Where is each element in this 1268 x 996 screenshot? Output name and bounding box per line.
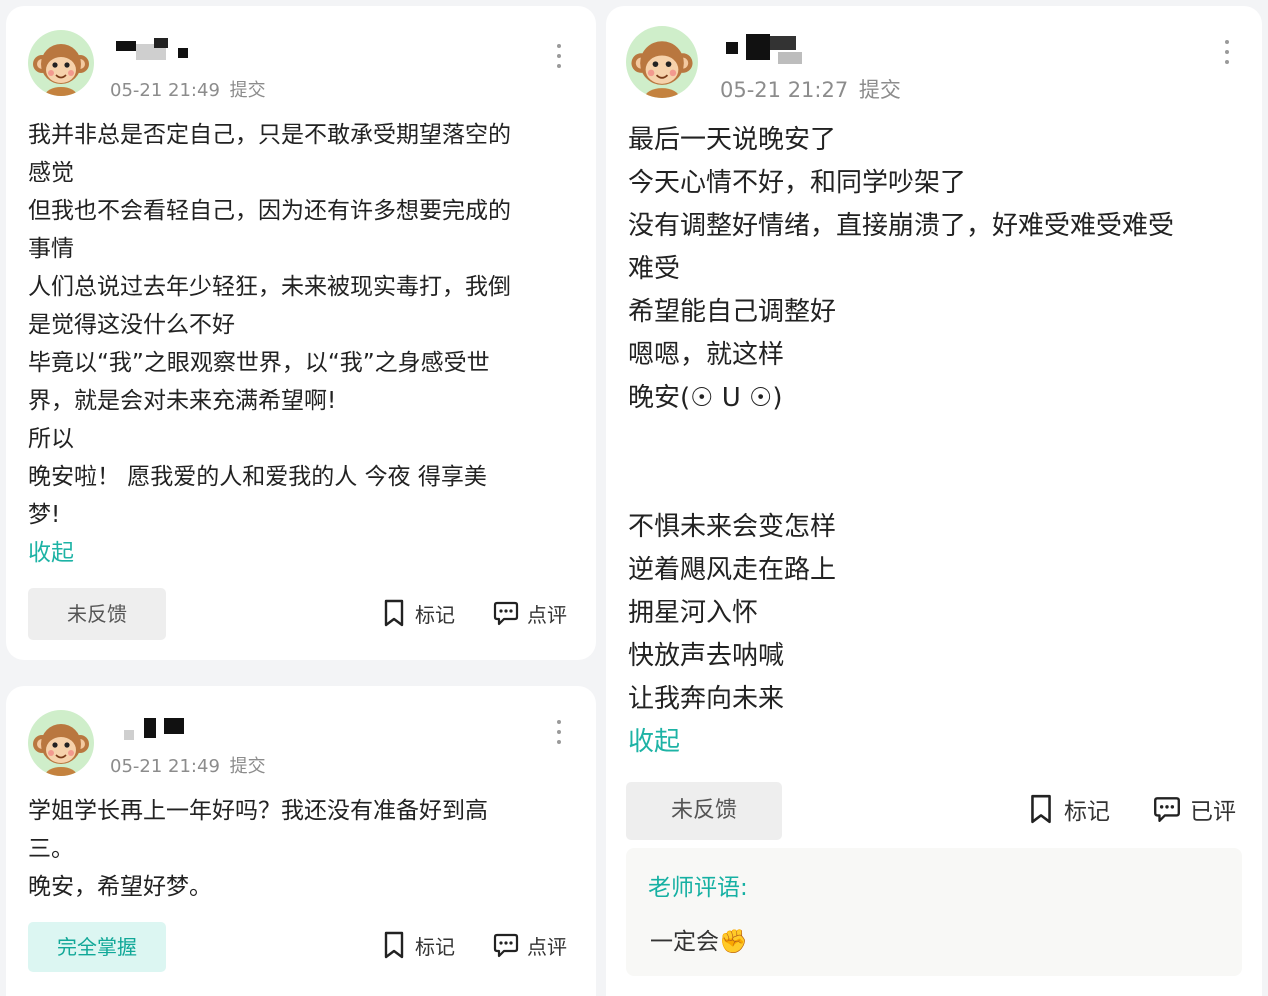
content-line: 我并非总是否定自己，只是不敢承受期望落空的: [28, 122, 511, 148]
feedback-status-button[interactable]: 未反馈: [28, 588, 166, 640]
post-content: 学姐学长再上一年好吗？我还没有准备好到高 三。 晚安，希望好梦。: [28, 792, 488, 906]
comment-label: 已评: [1190, 799, 1236, 825]
mark-label: 标记: [415, 934, 455, 959]
post-status: 提交: [229, 756, 266, 777]
content-line: 晚安啦！ 愿我爱的人和爱我的人 今夜 得享美: [28, 464, 487, 490]
post-card: 05-21 21:27 提交 最后一天说晚安了 今天心情不好，和同学吵架了 没有…: [606, 6, 1262, 996]
content-line: 拥星河入怀: [628, 598, 759, 628]
bookmark-icon: [384, 599, 404, 627]
comment-button[interactable]: 已评: [1152, 790, 1236, 828]
raised-fist-emoji: ✊: [719, 929, 748, 955]
post-status: 提交: [229, 80, 266, 101]
post-content: 最后一天说晚安了 今天心情不好，和同学吵架了 没有调整好情绪，直接崩溃了，好难受…: [628, 119, 1174, 764]
content-line: 希望能自己调整好: [628, 297, 837, 327]
content-line: 是觉得这没什么不好: [28, 312, 235, 338]
mark-button[interactable]: 标记: [382, 596, 455, 630]
content-line: 今天心情不好，和同学吵架了: [628, 168, 967, 198]
content-line: [628, 420, 1174, 463]
teacher-comment-label: 老师评语:: [648, 875, 748, 901]
collapse-link[interactable]: 收起: [628, 721, 1174, 764]
content-line: 界，就是会对未来充满希望啊!: [28, 388, 337, 414]
more-options-icon[interactable]: [556, 720, 562, 750]
content-line: 晚安，希望好梦。: [28, 874, 212, 900]
content-line: 所以: [28, 426, 74, 452]
username-redacted: [116, 36, 196, 60]
content-line: 快放声去呐喊: [628, 641, 785, 671]
content-line: 让我奔向未来: [628, 684, 785, 714]
monkey-avatar[interactable]: [28, 710, 94, 776]
username-redacted: [726, 34, 816, 64]
more-options-icon[interactable]: [556, 44, 562, 74]
content-line: 事情: [28, 236, 74, 262]
post-meta: 05-21 21:27 提交: [720, 74, 901, 104]
mark-label: 标记: [415, 602, 455, 627]
content-line: 学姐学长再上一年好吗？我还没有准备好到高: [28, 798, 488, 824]
post-timestamp: 05-21 21:27: [720, 78, 849, 102]
comment-icon: [493, 933, 519, 958]
username-redacted: [120, 718, 200, 740]
comment-button[interactable]: 点评: [492, 596, 567, 630]
bookmark-icon: [384, 931, 404, 959]
post-card: 05-21 21:49 提交 我并非总是否定自己，只是不敢承受期望落空的 感觉 …: [6, 6, 596, 660]
mark-button[interactable]: 标记: [1028, 790, 1110, 828]
content-line: 晚安(☉ U ☉): [628, 383, 783, 413]
comment-icon: [493, 601, 519, 626]
content-line: 难受: [628, 254, 681, 284]
teacher-comment-box: 老师评语: 一定会✊: [626, 848, 1242, 976]
more-options-icon[interactable]: [1224, 40, 1230, 70]
post-content: 我并非总是否定自己，只是不敢承受期望落空的 感觉 但我也不会看轻自己，因为还有许…: [28, 116, 511, 572]
content-line: 但我也不会看轻自己，因为还有许多想要完成的: [28, 198, 511, 224]
post-status: 提交: [858, 78, 901, 102]
comment-label: 点评: [527, 602, 567, 627]
bookmark-icon: [1031, 794, 1051, 824]
post-card: 05-21 21:49 提交 学姐学长再上一年好吗？我还没有准备好到高 三。 晚…: [6, 686, 596, 996]
content-line: 不惧未来会变怎样: [628, 512, 837, 542]
mark-button[interactable]: 标记: [382, 928, 455, 962]
comment-label: 点评: [527, 934, 567, 959]
content-line: 感觉: [28, 160, 74, 186]
post-timestamp: 05-21 21:49: [110, 756, 220, 777]
monkey-avatar[interactable]: [626, 26, 698, 98]
post-meta: 05-21 21:49 提交: [110, 752, 266, 778]
content-line: 三。: [28, 836, 74, 862]
mark-label: 标记: [1064, 799, 1110, 825]
content-line: 逆着飓风走在路上: [628, 555, 837, 585]
content-line: 没有调整好情绪，直接崩溃了，好难受难受难受: [628, 211, 1175, 241]
comment-button[interactable]: 点评: [492, 928, 567, 962]
content-line: 梦!: [28, 502, 61, 528]
feedback-status-button[interactable]: 完全掌握: [28, 922, 166, 972]
content-line: [628, 463, 1174, 506]
content-line: 毕竟以“我”之眼观察世界，以“我”之身感受世: [28, 350, 490, 376]
post-meta: 05-21 21:49 提交: [110, 76, 266, 102]
monkey-avatar[interactable]: [28, 30, 94, 96]
teacher-comment-body: 一定会: [650, 929, 719, 955]
collapse-link[interactable]: 收起: [28, 534, 511, 572]
content-line: 最后一天说晚安了: [628, 125, 837, 155]
feedback-status-button[interactable]: 未反馈: [626, 782, 782, 840]
post-timestamp: 05-21 21:49: [110, 80, 220, 101]
content-line: 人们总说过去年少轻狂，未来被现实毒打，我倒: [28, 274, 511, 300]
teacher-comment-text: 一定会✊: [650, 922, 748, 956]
comment-icon: [1154, 797, 1180, 822]
content-line: 嗯嗯，就这样: [628, 340, 785, 370]
